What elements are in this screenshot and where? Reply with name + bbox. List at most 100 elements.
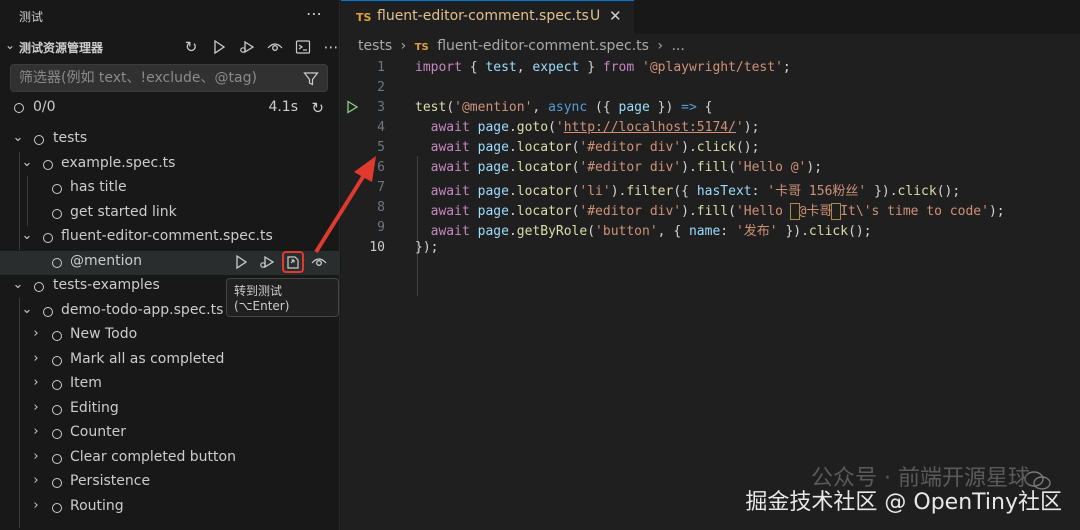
- debug-test-icon[interactable]: [256, 251, 278, 273]
- tree-item-get-started[interactable]: get started link: [0, 202, 340, 227]
- tree-label: demo-todo-app.spec.ts: [61, 301, 224, 318]
- tree-item-describe[interactable]: › Clear completed button: [0, 447, 340, 472]
- tab-fluent-editor-comment[interactable]: TS fluent-editor-comment.spec.ts U ✕: [341, 0, 634, 34]
- chevron-right-icon: ›: [657, 38, 664, 54]
- tree-item-describe[interactable]: › Persistence: [0, 471, 340, 496]
- chevron-down-icon[interactable]: ⌄: [11, 130, 25, 145]
- tree-item-describe[interactable]: › Routing: [0, 496, 340, 521]
- terminal-icon[interactable]: [292, 37, 314, 57]
- status-circle-icon: [52, 429, 62, 439]
- watch-test-icon[interactable]: [308, 251, 330, 273]
- tree-item-mention[interactable]: @mention: [0, 250, 340, 275]
- tree-item-fluent-spec[interactable]: ⌄ fluent-editor-comment.spec.ts: [0, 226, 340, 251]
- status-circle-icon: [52, 355, 62, 366]
- tree-label: @mention: [70, 252, 142, 269]
- code-text: test('@mention', async ({ page }) => {: [415, 100, 713, 115]
- status-circle-icon: [14, 103, 24, 113]
- test-sidebar: 测试 ⋯ ⌄ 测试资源管理器 ↻ ⋯ 0/0 4.1s ↻: [0, 0, 340, 530]
- test-row-actions: [230, 250, 330, 273]
- tree-item-example-spec[interactable]: ⌄ example.spec.ts: [0, 153, 340, 178]
- code-line: 5 await page.locator('#editor div').clic…: [341, 138, 1080, 158]
- chevron-down-icon[interactable]: ⌄: [5, 38, 15, 52]
- line-number: 5: [377, 140, 385, 155]
- code-text: import { test, expect } from '@playwrigh…: [415, 60, 791, 75]
- watch-icon[interactable]: [264, 37, 286, 57]
- run-all-icon[interactable]: [208, 37, 230, 57]
- code-line: 10 });: [341, 238, 1080, 258]
- tree-item-describe[interactable]: › Editing: [0, 398, 340, 423]
- close-icon[interactable]: ✕: [609, 7, 622, 25]
- funnel-icon[interactable]: [303, 71, 319, 87]
- status-circle-icon: [52, 331, 62, 341]
- chevron-down-icon[interactable]: ⌄: [20, 302, 34, 317]
- tree-item-has-title[interactable]: has title: [0, 177, 340, 202]
- tree-item-describe[interactable]: › New Todo: [0, 324, 340, 349]
- code-line: 7 await page.locator('li').filter({ hasT…: [341, 178, 1080, 199]
- tree-label: Item: [70, 375, 102, 391]
- tree-label: Clear completed button: [70, 448, 236, 465]
- status-circle-icon: [52, 453, 62, 464]
- tree-label: Counter: [70, 424, 126, 440]
- code-editor: TS fluent-editor-comment.spec.ts U ✕ tes…: [341, 0, 1080, 530]
- code-area[interactable]: 1 import { test, expect } from '@playwri…: [341, 58, 1080, 296]
- test-count: 0/0: [33, 99, 56, 115]
- code-line: 6 await page.locator('#editor div').fill…: [341, 158, 1080, 178]
- tree-label: Mark all as completed: [70, 350, 225, 367]
- status-circle-icon: [52, 502, 62, 513]
- chevron-right-icon: ›: [400, 38, 407, 54]
- code-line: 9 await page.getByRole('button', { name:…: [341, 218, 1080, 239]
- sidebar-title: 测试: [19, 10, 44, 24]
- rerun-icon[interactable]: ↻: [311, 99, 324, 117]
- test-duration: 4.1s: [268, 99, 298, 115]
- tree-label: has title: [70, 179, 127, 195]
- test-status-row: 0/0 4.1s ↻: [0, 96, 340, 120]
- breadcrumb-symbol[interactable]: ...: [671, 38, 684, 54]
- tree-label: Routing: [70, 497, 124, 514]
- chevron-down-icon[interactable]: ⌄: [20, 228, 34, 243]
- chevron-right-icon[interactable]: ›: [29, 449, 43, 464]
- code-line: 3 test('@mention', async ({ page }) => {: [341, 98, 1080, 118]
- chevron-right-icon[interactable]: ›: [29, 375, 43, 390]
- tree-item-describe[interactable]: › Counter: [0, 422, 340, 447]
- breadcrumb: tests › TS fluent-editor-comment.spec.ts…: [358, 38, 689, 54]
- code-text: await page.goto('http://localhost:5174/'…: [430, 120, 760, 135]
- line-number: 3: [377, 100, 385, 115]
- tree-label: example.spec.ts: [61, 154, 176, 171]
- watermark-bottom: 掘金技术社区 @ OpenTiny社区: [745, 490, 1062, 515]
- chevron-down-icon[interactable]: ⌄: [11, 277, 25, 292]
- tree-item-describe[interactable]: › Mark all as completed: [0, 349, 340, 374]
- code-text: await page.locator('#editor div').fill('…: [430, 160, 823, 175]
- go-to-test-icon[interactable]: [282, 250, 304, 273]
- chevron-down-icon[interactable]: ⌄: [20, 155, 34, 170]
- line-number: 7: [377, 180, 385, 195]
- filter-input[interactable]: [19, 70, 299, 86]
- tree-label: get started link: [70, 203, 177, 220]
- status-circle-icon: [52, 478, 62, 488]
- typescript-icon: TS: [356, 11, 372, 24]
- breadcrumb-file[interactable]: fluent-editor-comment.spec.ts: [437, 38, 649, 54]
- debug-all-icon[interactable]: [236, 37, 258, 57]
- tab-bar: TS fluent-editor-comment.spec.ts U ✕: [341, 0, 1080, 34]
- chevron-right-icon[interactable]: ›: [29, 351, 43, 366]
- code-text: await page.locator('li').filter({ hasTex…: [430, 184, 961, 199]
- chevron-right-icon[interactable]: ›: [29, 400, 43, 415]
- tree-label: Persistence: [70, 473, 151, 489]
- chevron-right-icon[interactable]: ›: [29, 326, 43, 341]
- chevron-right-icon[interactable]: ›: [29, 424, 43, 439]
- tree-item-tests[interactable]: ⌄ tests: [0, 128, 340, 153]
- more-actions-icon[interactable]: ⋯: [320, 37, 342, 57]
- refresh-icon[interactable]: ↻: [180, 37, 202, 57]
- code-line: 8 await page.locator('#editor div').fill…: [341, 198, 1080, 220]
- code-line: 1 import { test, expect } from '@playwri…: [341, 58, 1080, 78]
- tree-item-describe[interactable]: › Item: [0, 373, 340, 398]
- chevron-right-icon[interactable]: ›: [29, 473, 43, 488]
- run-test-icon[interactable]: [230, 251, 252, 273]
- status-circle-icon: [34, 135, 44, 145]
- chevron-right-icon[interactable]: ›: [29, 498, 43, 513]
- tab-label: fluent-editor-comment.spec.ts: [377, 8, 589, 24]
- status-circle-icon: [43, 159, 53, 170]
- status-circle-icon: [43, 233, 53, 243]
- breadcrumb-folder[interactable]: tests: [358, 38, 392, 54]
- more-icon[interactable]: ⋯: [306, 4, 323, 23]
- code-line: 4 await page.goto('http://localhost:5174…: [341, 118, 1080, 138]
